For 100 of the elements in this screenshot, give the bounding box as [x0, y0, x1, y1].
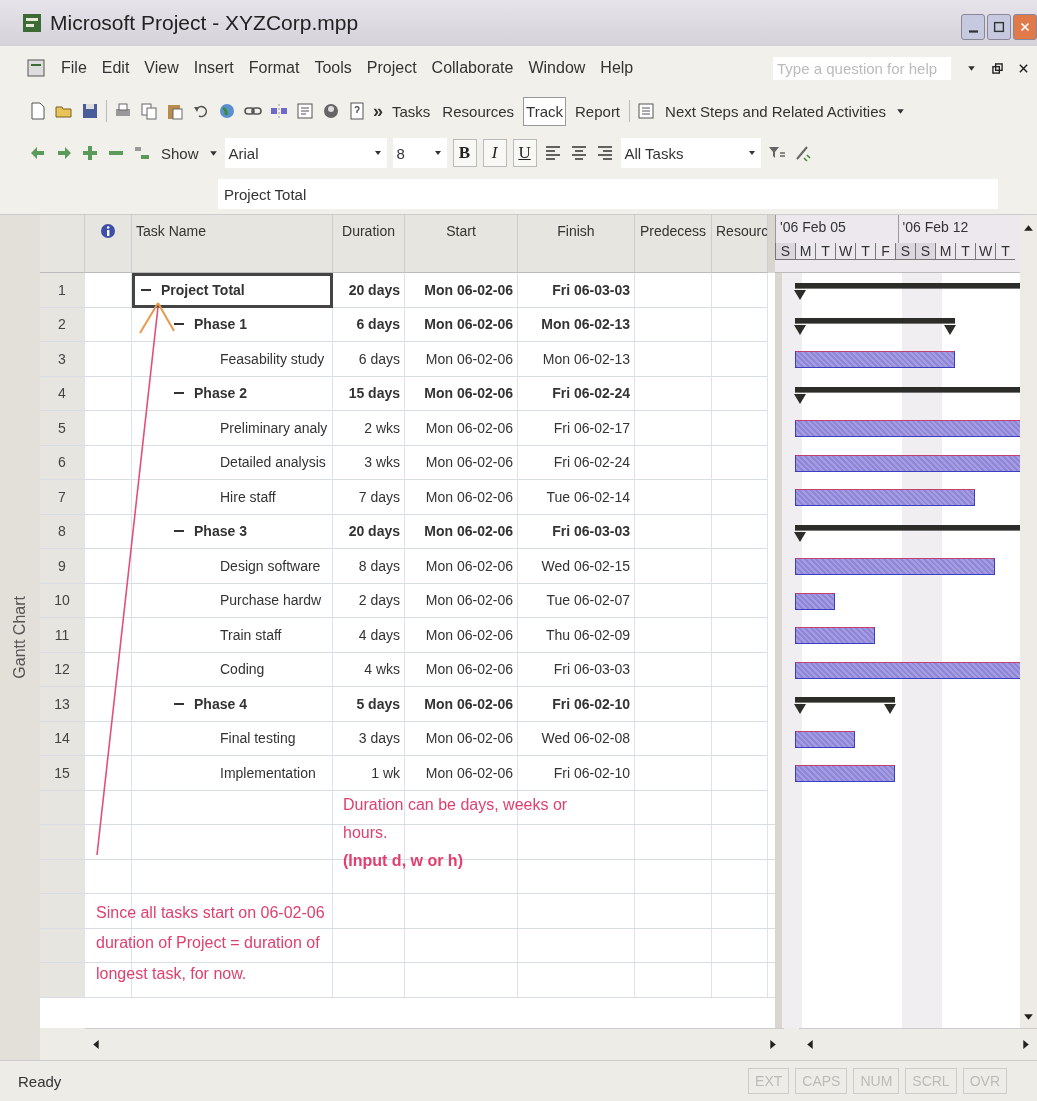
task-bar[interactable] — [795, 489, 975, 506]
close-icon[interactable] — [1018, 62, 1029, 74]
task-bar[interactable] — [795, 420, 1020, 437]
day-label: W — [975, 243, 995, 260]
globe-icon[interactable] — [217, 101, 237, 121]
row-number[interactable]: 12 — [40, 652, 85, 687]
menu-item[interactable]: Help — [600, 59, 634, 77]
column-header[interactable]: Duration — [333, 215, 405, 273]
entry-field[interactable]: Project Total — [218, 179, 998, 209]
task-bar[interactable] — [795, 592, 835, 610]
format-button[interactable]: I — [482, 139, 507, 167]
task-name-cell[interactable]: Purchase hardw — [132, 583, 333, 618]
task-bar[interactable] — [795, 730, 855, 748]
task-name-cell[interactable]: Phase 1 — [132, 307, 333, 342]
guide-button[interactable]: Resources — [439, 96, 518, 126]
wizard-icon[interactable] — [321, 101, 341, 121]
task-name-cell[interactable]: Train staff — [132, 618, 333, 653]
summary-end-marker — [944, 324, 956, 335]
scroll-left-icon[interactable] — [804, 1039, 816, 1050]
restore-icon[interactable] — [992, 62, 1003, 74]
row-number[interactable]: 1 — [40, 273, 85, 308]
task-name-cell[interactable]: Detailed analysis — [132, 445, 333, 480]
row-number[interactable]: 11 — [40, 618, 85, 653]
show-dropdown[interactable]: Show — [158, 138, 202, 168]
task-name-cell[interactable]: Phase 2 — [132, 376, 333, 411]
row-number[interactable]: 2 — [40, 307, 85, 342]
format-button[interactable]: U — [512, 139, 537, 167]
task-name-cell[interactable]: Implementation — [132, 756, 333, 791]
plus-icon[interactable] — [80, 143, 100, 163]
menu-item[interactable]: Insert — [193, 59, 234, 77]
task-name-cell[interactable]: Hire staff — [132, 480, 333, 515]
column-header[interactable]: Finish — [518, 215, 635, 273]
notes-icon[interactable] — [295, 101, 315, 121]
row-number[interactable]: 8 — [40, 514, 85, 549]
row-number[interactable]: 9 — [40, 549, 85, 584]
column-header[interactable]: Start — [405, 215, 518, 273]
task-name-cell[interactable]: Design software — [132, 549, 333, 584]
column-header[interactable]: Predecess — [635, 215, 712, 273]
format-button[interactable]: B — [452, 139, 477, 167]
task-name-cell[interactable]: Phase 4 — [132, 687, 333, 722]
maximize-button[interactable] — [987, 14, 1011, 40]
font-dropdown[interactable]: Arial — [224, 138, 387, 168]
indicator-cell — [85, 342, 132, 377]
column-header[interactable]: Task Name — [132, 215, 333, 273]
font-size-dropdown[interactable]: 8 — [392, 138, 447, 168]
activities-dropdown[interactable]: Next Steps and Related Activities — [662, 96, 889, 126]
menu-item[interactable]: Edit — [101, 59, 130, 77]
scroll-left-icon[interactable] — [91, 1039, 102, 1050]
guide-button[interactable]: Tasks — [389, 96, 434, 126]
new-document-icon[interactable] — [28, 101, 48, 121]
view-label[interactable]: Gantt Chart — [11, 596, 29, 679]
more-buttons[interactable]: » — [373, 100, 383, 122]
column-header[interactable]: Resourc — [712, 215, 768, 273]
scroll-up-icon[interactable] — [1023, 223, 1034, 234]
task-bar[interactable] — [795, 558, 995, 575]
resource-cell — [712, 652, 768, 687]
task-bar[interactable] — [795, 351, 955, 368]
scroll-right-icon[interactable] — [1020, 1039, 1031, 1050]
menu-item[interactable]: Window — [528, 59, 586, 77]
save-icon[interactable] — [80, 101, 100, 121]
task-name-cell[interactable]: Feasability study — [132, 342, 333, 377]
task-name-cell[interactable]: Project Total — [132, 273, 333, 308]
indicator-cell — [85, 376, 132, 411]
task-bar[interactable] — [795, 627, 875, 644]
task-name: Phase 4 — [194, 695, 247, 712]
row-number[interactable]: 15 — [40, 756, 85, 791]
menu-item[interactable]: File — [61, 59, 87, 77]
guide-button[interactable]: Report — [572, 96, 624, 126]
task-name-cell[interactable]: Coding — [132, 652, 333, 687]
vertical-scrollbar[interactable] — [1020, 273, 1037, 1028]
menu-item[interactable]: View — [144, 59, 179, 77]
row-number[interactable]: 7 — [40, 480, 85, 515]
task-name-cell[interactable]: Phase 3 — [132, 514, 333, 549]
row-number[interactable]: 3 — [40, 342, 85, 377]
task-bar[interactable] — [795, 765, 895, 782]
row-number[interactable]: 10 — [40, 583, 85, 618]
help-search-field[interactable]: Type a question for help — [773, 56, 951, 80]
row-number[interactable]: 4 — [40, 376, 85, 411]
list-icon[interactable] — [636, 101, 657, 121]
indicator-cell — [85, 721, 132, 756]
row-number[interactable]: 5 — [40, 411, 85, 446]
indicator-cell — [85, 411, 132, 446]
task-name-cell[interactable]: Preliminary analy — [132, 411, 333, 446]
menu-item[interactable]: Format — [248, 59, 300, 77]
document-icon[interactable] — [26, 58, 46, 78]
menu-item[interactable]: Collaborate — [431, 59, 514, 77]
row-number[interactable]: 6 — [40, 445, 85, 480]
guide-button[interactable]: Track — [523, 96, 566, 126]
task-name-cell[interactable]: Final testing — [132, 721, 333, 756]
copy-icon[interactable] — [139, 101, 159, 121]
menu-item[interactable]: Project — [366, 59, 417, 77]
filter-dropdown[interactable]: All Tasks — [620, 138, 761, 168]
resource-cell — [712, 307, 768, 342]
menu-item[interactable]: Tools — [314, 59, 352, 77]
row-number[interactable]: 13 — [40, 687, 85, 722]
start-cell: Mon 06-02-06 — [405, 756, 518, 791]
row-number[interactable]: 14 — [40, 721, 85, 756]
scroll-down-icon[interactable] — [1023, 1011, 1034, 1022]
help-icon[interactable] — [347, 101, 367, 121]
split-icon[interactable] — [269, 101, 289, 121]
